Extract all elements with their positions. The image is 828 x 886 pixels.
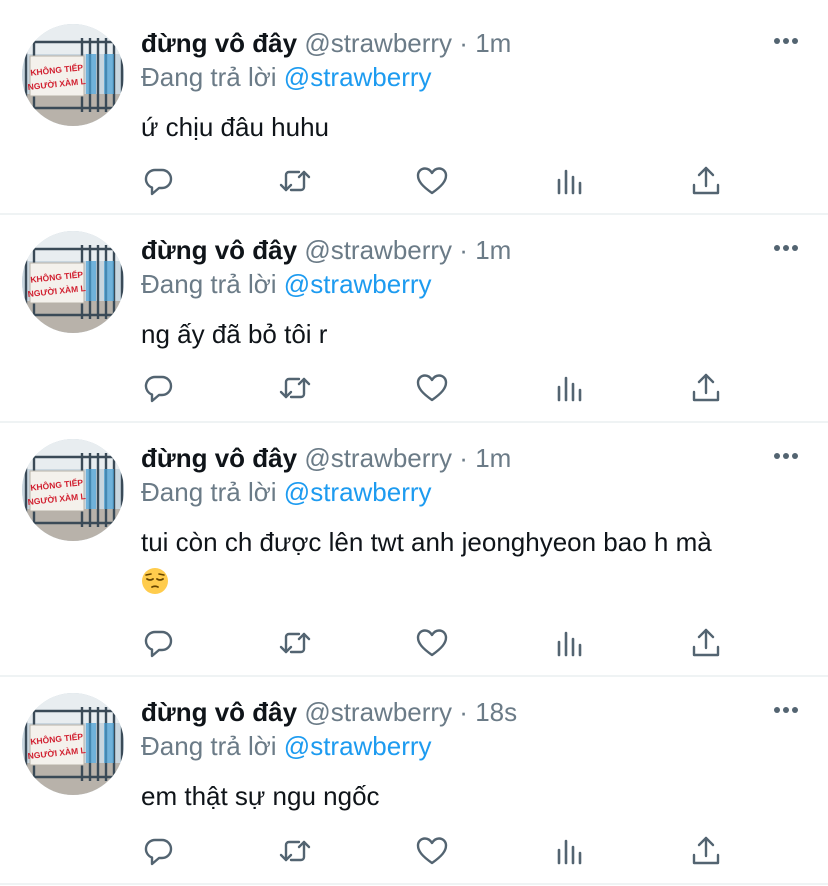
retweet-icon[interactable] (277, 370, 313, 406)
like-icon[interactable] (414, 370, 450, 406)
tweet[interactable]: KHÔNG TIẾP NGƯỜI XÀM L đừng vô đây @stra… (0, 693, 828, 883)
timestamp[interactable]: 18s (475, 697, 517, 727)
user-handle[interactable]: @strawberry (304, 28, 452, 58)
tweet-header: đừng vô đây @strawberry · 1m (141, 233, 511, 267)
reply-icon[interactable] (140, 370, 176, 406)
replying-to: Đang trả lời @strawberry (141, 267, 432, 301)
timestamp[interactable]: 1m (475, 28, 511, 58)
like-icon[interactable] (414, 625, 450, 661)
tweet-actions (140, 625, 760, 661)
more-icon[interactable] (774, 707, 798, 715)
replying-to-mention[interactable]: @strawberry (284, 269, 432, 299)
replying-to: Đang trả lời @strawberry (141, 60, 432, 94)
tweet-actions (140, 163, 760, 199)
tweet-text: tui còn ch được lên twt anh jeonghyeon b… (141, 521, 801, 607)
tweet[interactable]: KHÔNG TIẾP NGƯỜI XÀM L đừng vô đây @stra… (0, 439, 828, 675)
timestamp[interactable]: 1m (475, 443, 511, 473)
reply-icon[interactable] (140, 833, 176, 869)
separator: · (459, 28, 468, 58)
tweet-text: ứ chịu đâu huhu (141, 106, 801, 148)
retweet-icon[interactable] (277, 163, 313, 199)
avatar[interactable]: KHÔNG TIẾP NGƯỜI XÀM L (22, 231, 124, 333)
replying-to-mention[interactable]: @strawberry (284, 62, 432, 92)
divider (0, 213, 828, 215)
tweet[interactable]: KHÔNG TIẾP NGƯỜI XÀM L đừng vô đây @stra… (0, 24, 828, 214)
tweet-text: em thật sự ngu ngốc (141, 775, 801, 817)
tweet-header: đừng vô đây @strawberry · 18s (141, 695, 517, 729)
like-icon[interactable] (414, 163, 450, 199)
tweet-text-content: em thật sự ngu ngốc (141, 781, 380, 811)
replying-prefix: Đang trả lời (141, 269, 277, 299)
avatar[interactable]: KHÔNG TIẾP NGƯỜI XÀM L (22, 24, 124, 126)
user-handle[interactable]: @strawberry (304, 235, 452, 265)
share-icon[interactable] (688, 833, 724, 869)
tweet-actions (140, 833, 760, 869)
tweet-header: đừng vô đây @strawberry · 1m (141, 441, 511, 475)
user-handle[interactable]: @strawberry (304, 697, 452, 727)
tweet-text: ng ấy đã bỏ tôi r (141, 313, 801, 355)
replying-prefix: Đang trả lời (141, 731, 277, 761)
display-name[interactable]: đừng vô đây (141, 28, 297, 58)
avatar[interactable]: KHÔNG TIẾP NGƯỜI XÀM L (22, 693, 124, 795)
reply-icon[interactable] (140, 163, 176, 199)
analytics-icon[interactable] (551, 833, 587, 869)
tweet-text-content: ng ấy đã bỏ tôi r (141, 319, 328, 349)
replying-prefix: Đang trả lời (141, 477, 277, 507)
tweet-text-content: ứ chịu đâu huhu (141, 112, 329, 142)
separator: · (459, 697, 468, 727)
replying-prefix: Đang trả lời (141, 62, 277, 92)
display-name[interactable]: đừng vô đây (141, 235, 297, 265)
user-handle[interactable]: @strawberry (304, 443, 452, 473)
divider (0, 421, 828, 423)
share-icon[interactable] (688, 625, 724, 661)
reply-icon[interactable] (140, 625, 176, 661)
more-icon[interactable] (774, 38, 798, 46)
separator: · (459, 443, 468, 473)
analytics-icon[interactable] (551, 163, 587, 199)
analytics-icon[interactable] (551, 625, 587, 661)
divider (0, 675, 828, 677)
avatar[interactable]: KHÔNG TIẾP NGƯỜI XÀM L (22, 439, 124, 541)
analytics-icon[interactable] (551, 370, 587, 406)
display-name[interactable]: đừng vô đây (141, 443, 297, 473)
separator: · (459, 235, 468, 265)
replying-to-mention[interactable]: @strawberry (284, 731, 432, 761)
tweet-actions (140, 370, 760, 406)
retweet-icon[interactable] (277, 625, 313, 661)
tweet-header: đừng vô đây @strawberry · 1m (141, 26, 511, 60)
more-icon[interactable] (774, 453, 798, 461)
tweet[interactable]: KHÔNG TIẾP NGƯỜI XÀM L đừng vô đây @stra… (0, 231, 828, 421)
replying-to: Đang trả lời @strawberry (141, 475, 432, 509)
replying-to-mention[interactable]: @strawberry (284, 477, 432, 507)
display-name[interactable]: đừng vô đây (141, 697, 297, 727)
timestamp[interactable]: 1m (475, 235, 511, 265)
more-icon[interactable] (774, 245, 798, 253)
share-icon[interactable] (688, 163, 724, 199)
divider (0, 883, 828, 885)
share-icon[interactable] (688, 370, 724, 406)
tweet-text-content: tui còn ch được lên twt anh jeonghyeon b… (141, 527, 712, 557)
retweet-icon[interactable] (277, 833, 313, 869)
like-icon[interactable] (414, 833, 450, 869)
replying-to: Đang trả lời @strawberry (141, 729, 432, 763)
pensive-face-icon (141, 565, 169, 607)
